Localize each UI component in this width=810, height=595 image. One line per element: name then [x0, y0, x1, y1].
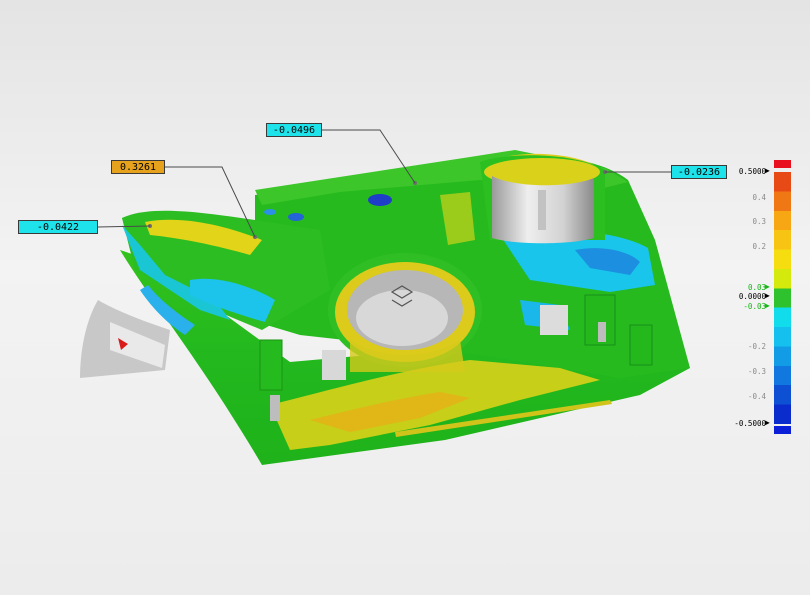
legend-upper-tol-label: 0.03	[747, 283, 766, 292]
cylinder-slot	[538, 190, 546, 230]
hole-top-left	[288, 213, 304, 221]
legend-tick: 0.4	[752, 193, 766, 202]
scanned-part-model	[80, 150, 690, 465]
legend-lower-tol-arrow: ▶	[765, 301, 770, 310]
deviation-callout[interactable]: -0.0496	[266, 123, 322, 137]
color-scale-legend: 0.5000 ▶ 0.4 0.3 0.2 0.03 ▶ 0.0000 ▶ -0.…	[730, 158, 800, 438]
legend-min-label: -0.5000	[734, 419, 766, 428]
legend-nominal-arrow: ▶	[765, 291, 770, 300]
legend-tick: -0.2	[747, 342, 766, 351]
hole-top-center	[368, 194, 392, 206]
deviation-3d-viewport[interactable]	[0, 0, 810, 595]
clip-1	[259, 339, 283, 391]
legend-min-arrow: ▶	[765, 418, 770, 427]
legend-max-arrow: ▶	[765, 166, 770, 175]
legend-color-bar	[774, 172, 791, 424]
legend-tick: -0.4	[747, 392, 766, 401]
hole-top-left2	[264, 209, 276, 215]
clip-slot-2	[270, 395, 280, 421]
clip-slot-4	[598, 322, 606, 342]
legend-lower-tol-label: -0.03	[743, 302, 766, 311]
deviation-callout[interactable]: 0.3261	[111, 160, 165, 174]
legend-over-color-box	[774, 160, 791, 168]
legend-tick: 0.2	[752, 242, 766, 251]
clip-3	[540, 305, 568, 335]
legend-tick: 0.3	[752, 217, 766, 226]
clip-2	[322, 350, 346, 380]
legend-under-color-box	[774, 426, 791, 434]
deviation-callout[interactable]: -0.0422	[18, 220, 98, 234]
legend-tick: -0.3	[747, 367, 766, 376]
clip-5	[629, 324, 653, 366]
legend-nominal-label: 0.0000	[738, 292, 766, 301]
legend-upper-tol-arrow: ▶	[765, 282, 770, 291]
legend-max-label: 0.5000	[738, 167, 766, 176]
deviation-callout[interactable]: -0.0236	[671, 165, 727, 179]
